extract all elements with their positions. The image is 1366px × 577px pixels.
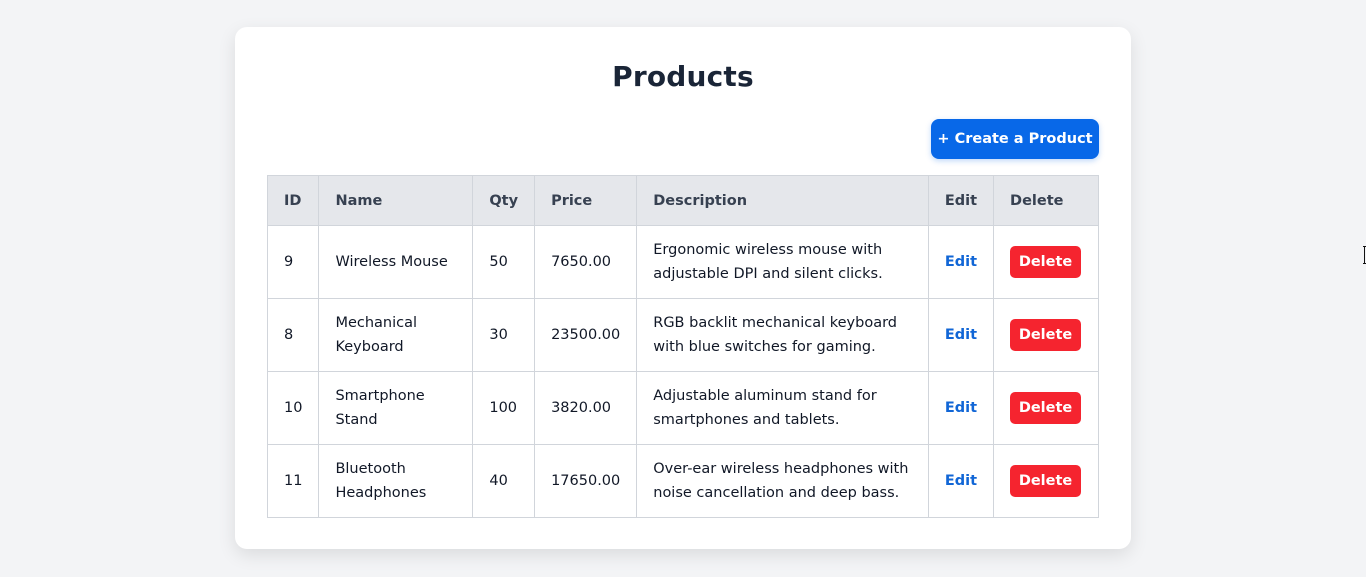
products-card: Products + Create a Product ID Name Qty …: [235, 27, 1131, 549]
cell-description: Adjustable aluminum stand for smartphone…: [636, 371, 929, 445]
column-header-qty: Qty: [472, 175, 536, 226]
delete-button[interactable]: Delete: [1010, 246, 1082, 278]
cell-qty: 100: [472, 371, 536, 445]
edit-link[interactable]: Edit: [945, 473, 977, 489]
cell-delete: Delete: [993, 225, 1099, 299]
cell-delete: Delete: [993, 444, 1099, 518]
cell-description: Ergonomic wireless mouse with adjustable…: [636, 225, 929, 299]
table-row: 8 Mechanical Keyboard 30 23500.00 RGB ba…: [266, 298, 1099, 372]
cell-name: Smartphone Stand: [318, 371, 474, 445]
cell-name: Bluetooth Headphones: [318, 444, 474, 518]
cell-delete: Delete: [993, 298, 1099, 372]
delete-button[interactable]: Delete: [1010, 392, 1082, 424]
column-header-id: ID: [266, 175, 320, 226]
column-header-name: Name: [318, 175, 474, 226]
cell-price: 3820.00: [534, 371, 638, 445]
column-header-price: Price: [534, 175, 638, 226]
cell-delete: Delete: [993, 371, 1099, 445]
products-table: ID Name Qty Price Description Edit Delet…: [266, 175, 1099, 518]
cell-qty: 30: [472, 298, 536, 372]
cell-description: RGB backlit mechanical keyboard with blu…: [636, 298, 929, 372]
table-row: 11 Bluetooth Headphones 40 17650.00 Over…: [266, 444, 1099, 518]
cell-edit: Edit: [927, 444, 995, 518]
cell-name: Wireless Mouse: [318, 225, 474, 299]
cell-price: 7650.00: [534, 225, 638, 299]
column-header-delete: Delete: [993, 175, 1099, 226]
cell-edit: Edit: [927, 371, 995, 445]
delete-button[interactable]: Delete: [1010, 319, 1082, 351]
table-body: 9 Wireless Mouse 50 7650.00 Ergonomic wi…: [266, 225, 1099, 518]
cell-edit: Edit: [927, 225, 995, 299]
table-row: 9 Wireless Mouse 50 7650.00 Ergonomic wi…: [266, 225, 1099, 299]
cell-edit: Edit: [927, 298, 995, 372]
cell-price: 17650.00: [534, 444, 638, 518]
table-row: 10 Smartphone Stand 100 3820.00 Adjustab…: [266, 371, 1099, 445]
edit-link[interactable]: Edit: [945, 254, 977, 270]
cell-name: Mechanical Keyboard: [318, 298, 474, 372]
cell-qty: 50: [472, 225, 536, 299]
cell-id: 9: [266, 225, 320, 299]
delete-button[interactable]: Delete: [1010, 465, 1082, 497]
cell-description: Over-ear wireless headphones with noise …: [636, 444, 929, 518]
cell-id: 10: [266, 371, 320, 445]
cell-qty: 40: [472, 444, 536, 518]
cell-id: 11: [266, 444, 320, 518]
cell-id: 8: [266, 298, 320, 372]
table-header-row: ID Name Qty Price Description Edit Delet…: [266, 175, 1099, 226]
table-header: ID Name Qty Price Description Edit Delet…: [266, 175, 1099, 226]
cell-price: 23500.00: [534, 298, 638, 372]
page-title: Products: [612, 60, 754, 93]
column-header-description: Description: [636, 175, 929, 226]
column-header-edit: Edit: [927, 175, 995, 226]
edit-link[interactable]: Edit: [945, 327, 977, 343]
edit-link[interactable]: Edit: [945, 400, 977, 416]
create-product-button[interactable]: + Create a Product: [931, 119, 1099, 159]
